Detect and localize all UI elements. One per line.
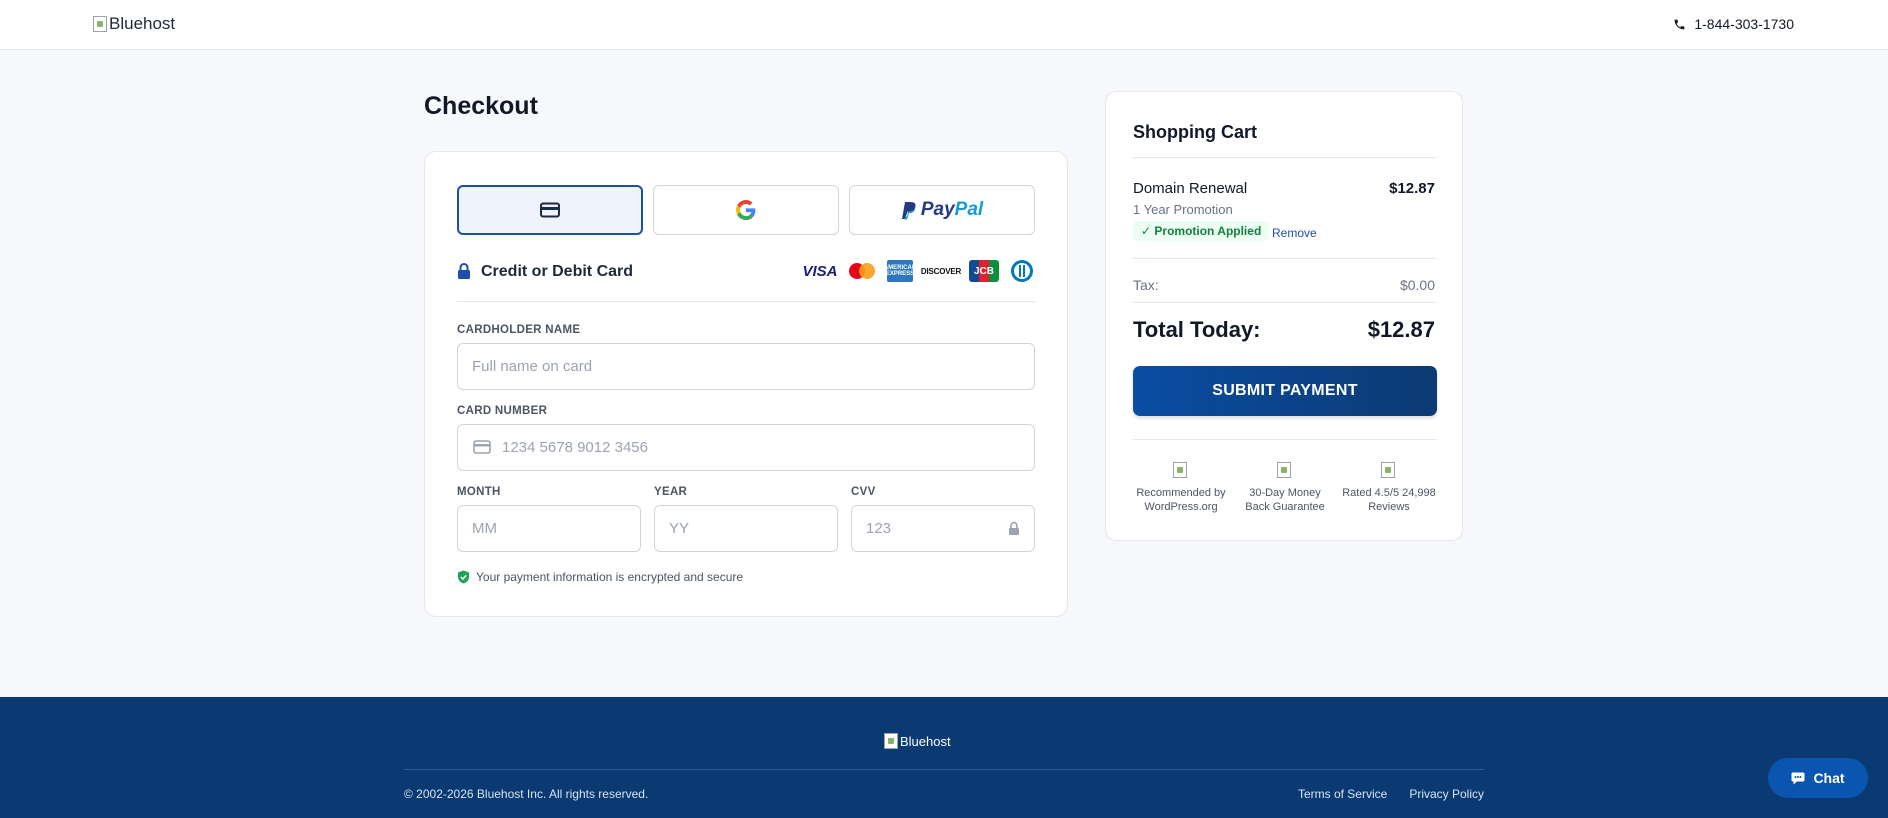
trust-badges: Recommended by WordPress.org 30-Day Mone…	[1133, 462, 1437, 514]
mastercard-logo	[847, 260, 877, 282]
chat-label: Chat	[1813, 770, 1845, 786]
discover-logo: DISCOVER	[920, 266, 962, 276]
broken-image-icon	[1173, 462, 1187, 478]
cart-divider	[1133, 439, 1437, 440]
phone-number: 1-844-303-1730	[1694, 16, 1794, 32]
amex-logo: AMERICAN EXPRESS	[887, 260, 913, 282]
cart-divider	[1133, 258, 1437, 259]
site-header: Bluehost 1-844-303-1730	[0, 0, 1888, 50]
cart-divider	[1133, 302, 1437, 303]
broken-image-icon	[884, 733, 898, 749]
tax-value: $0.00	[1399, 277, 1435, 293]
card-number-label: CARD NUMBER	[457, 405, 548, 417]
phone-icon	[1674, 19, 1685, 29]
tax-label: Tax:	[1133, 277, 1159, 293]
cardholder-name-label: CARDHOLDER NAME	[457, 324, 581, 336]
paypal-pay: Pay	[920, 199, 955, 220]
chat-button[interactable]: Chat	[1768, 758, 1868, 798]
trust-badge-guarantee: 30-Day Money Back Guarantee	[1237, 462, 1333, 514]
card-heading: Credit or Debit Card	[481, 263, 634, 280]
paypal-pal: Pal	[954, 199, 984, 220]
bluehost-logo[interactable]: Bluehost	[93, 14, 175, 34]
paypal-icon	[901, 201, 916, 219]
jcb-logo: JCB	[969, 260, 999, 282]
diners-club-logo	[1009, 260, 1035, 282]
trust-badge-text: 30-Day Money Back Guarantee	[1245, 487, 1325, 513]
logo-alt-text: Bluehost	[109, 14, 176, 33]
diners-club-icon	[1011, 260, 1033, 282]
paypal-wordmark: PayPal	[921, 199, 983, 221]
card-brands: VISA AMERICAN EXPRESS DISCOVER JCB	[803, 260, 1035, 282]
trust-badge-text: Recommended by WordPress.org	[1136, 487, 1226, 513]
total-label: Total Today:	[1133, 317, 1261, 342]
footer-logo-alt-text: Bluehost	[900, 733, 951, 749]
tab-paypal[interactable]: PayPal	[849, 185, 1035, 235]
trust-badge-rating: Rated 4.5/5 24,998 Reviews	[1341, 462, 1437, 514]
cart-item-name: Domain Renewal	[1133, 180, 1248, 197]
remove-item-link[interactable]: Remove	[1272, 226, 1317, 240]
year-label: YEAR	[654, 486, 688, 498]
site-footer: Bluehost © 2002-2026 Bluehost Inc. All r…	[0, 697, 1888, 818]
month-input[interactable]	[457, 505, 641, 552]
lock-icon	[458, 263, 470, 279]
cvv-lock-icon	[1009, 521, 1019, 535]
tab-card[interactable]	[457, 185, 643, 235]
shield-check-icon	[458, 570, 469, 584]
cart-item-price: $12.87	[1389, 180, 1435, 197]
page-title: Checkout	[424, 92, 538, 120]
google-icon	[736, 200, 756, 220]
secure-note-text: Your payment information is encrypted an…	[476, 570, 744, 584]
chat-bubble-icon	[1791, 772, 1805, 784]
year-input[interactable]	[654, 505, 838, 552]
terms-of-service-link[interactable]: Terms of Service	[1298, 787, 1387, 801]
card-heading-row: Credit or Debit Card VISA AMERICAN EXPRE…	[457, 260, 1035, 302]
card-number-card-icon	[473, 440, 491, 454]
footer-links: Terms of Service Privacy Policy	[1298, 787, 1484, 801]
month-label: MONTH	[457, 486, 501, 498]
credit-card-icon	[540, 202, 560, 218]
broken-image-icon	[1277, 462, 1291, 478]
submit-payment-button[interactable]: SUBMIT PAYMENT	[1133, 366, 1437, 416]
payment-method-tabs: PayPal	[457, 185, 1035, 235]
mastercard-icon	[849, 263, 875, 279]
cart-item-subtitle: 1 Year Promotion	[1133, 202, 1233, 217]
tab-google-pay[interactable]	[653, 185, 839, 235]
payment-panel: PayPal Credit or Debit Card VISA AMERICA…	[424, 151, 1068, 617]
promotion-badge: ✓ Promotion Applied	[1133, 221, 1270, 241]
trust-badge-wordpress: Recommended by WordPress.org	[1133, 462, 1229, 514]
footer-logo[interactable]: Bluehost	[884, 733, 951, 749]
broken-image-icon	[93, 16, 107, 32]
broken-image-icon	[1381, 462, 1395, 478]
cart-title: Shopping Cart	[1133, 122, 1257, 142]
secure-note: Your payment information is encrypted an…	[457, 570, 743, 584]
trust-badge-text: Rated 4.5/5 24,998 Reviews	[1342, 487, 1436, 513]
cvv-label: CVV	[851, 486, 876, 498]
footer-divider	[404, 769, 1484, 770]
privacy-policy-link[interactable]: Privacy Policy	[1409, 787, 1484, 801]
total-value: $12.87	[1367, 317, 1435, 342]
phone-link[interactable]: 1-844-303-1730	[1673, 16, 1794, 32]
copyright-text: © 2002-2026 Bluehost Inc. All rights res…	[404, 787, 649, 801]
shopping-cart: Shopping Cart Domain Renewal $12.87 1 Ye…	[1105, 91, 1463, 541]
cart-divider	[1133, 157, 1437, 158]
visa-logo: VISA	[802, 262, 838, 280]
cardholder-name-input[interactable]	[457, 343, 1035, 390]
card-number-input[interactable]	[457, 424, 1035, 471]
